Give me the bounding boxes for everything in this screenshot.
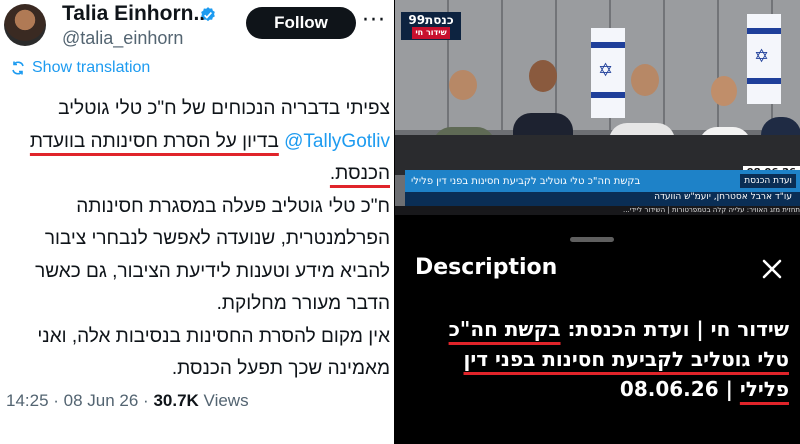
- israel-flag-icon: ✡: [591, 28, 625, 118]
- description-run: שידור חי | ועדת הכנסת:: [560, 317, 789, 341]
- video-frame[interactable]: ✡ ✡ כנסת99 שידור חי 08.06.26 בקשת חה"כ ט…: [395, 0, 800, 215]
- description-date: 08.06.26: [619, 377, 719, 401]
- follow-button[interactable]: Follow: [246, 7, 356, 39]
- ticker-tag: ועדת הכנסת: [740, 174, 796, 188]
- person-head: [711, 76, 737, 106]
- description-text: שידור חי | ועדת הכנסת: בקשת חה"כ טלי גוט…: [407, 314, 789, 404]
- ticker-bottom: תחזית מזג האוויר: עלייה קלה בטמפרטורות |…: [395, 206, 800, 215]
- news-ticker: בקשת חה"כ טלי גוטליב לקביעת חסינות בפני …: [405, 170, 800, 192]
- israel-flag-icon: ✡: [747, 14, 781, 104]
- ticker-subtitle: עו"ד ארבל אסטרחן, יועמ"ש הוועדה: [405, 192, 800, 206]
- avatar[interactable]: [4, 4, 46, 46]
- description-line-1: שידור חי | ועדת הכנסת: בקשת חה"כ: [407, 314, 789, 344]
- tweet-paragraph-1: צפיתי בדבריה הנכוחים של ח"כ טלי גוטליב @…: [8, 93, 390, 191]
- highlighted-text: פלילי: [739, 377, 789, 401]
- close-icon[interactable]: [761, 258, 783, 280]
- ticker-main: בקשת חה"כ טלי גוטליב לקביעת חסינות בפני …: [411, 175, 641, 187]
- show-translation-link[interactable]: Show translation: [10, 59, 150, 77]
- description-line-3: פלילי | 08.06.26: [407, 374, 789, 404]
- more-options-icon[interactable]: ···: [362, 8, 386, 33]
- translate-icon: [12, 61, 24, 75]
- tweet-text-run: צפיתי בדבריה הנכוחים של ח"כ טלי גוטליב: [58, 98, 390, 119]
- live-badge: שידור חי: [412, 26, 450, 39]
- tweet-paragraph-3: אין מקום להסרת החסינות בנסיבות אלה, ואני…: [37, 325, 390, 380]
- person-head: [449, 70, 477, 100]
- tweet-panel: Talia Einhorn... @talia_einhorn Follow ·…: [0, 0, 394, 444]
- description-title: Description: [415, 255, 558, 280]
- description-line-2: טלי גוטליב לקביעת חסינות בפני דין: [407, 344, 789, 374]
- highlighted-text: טלי גוטליב לקביעת חסינות בפני דין: [463, 347, 789, 371]
- mention-link[interactable]: @TallyGotliv: [284, 131, 390, 152]
- author-name[interactable]: Talia Einhorn...: [62, 2, 211, 26]
- author-handle[interactable]: @talia_einhorn: [62, 28, 183, 49]
- description-run: |: [718, 377, 740, 401]
- tweet-timestamp[interactable]: 14:25 · 08 Jun 26 ·: [6, 391, 153, 410]
- tweet-paragraph-2: ח"כ טלי גוטליב פעלה במסגרת חסינותה הפרלמ…: [35, 195, 390, 315]
- tweet-meta: 14:25 · 08 Jun 26 · 30.7K Views: [6, 391, 249, 411]
- show-translation-label: Show translation: [32, 59, 151, 76]
- channel-name: כנסת99: [408, 12, 454, 27]
- video-panel: ✡ ✡ כנסת99 שידור חי 08.06.26 בקשת חה"כ ט…: [395, 0, 800, 444]
- person-head: [529, 60, 557, 92]
- views-count: 30.7K: [153, 391, 199, 410]
- tweet-text: צפיתי בדבריה הנכוחים של ח"כ טלי גוטליב @…: [8, 93, 390, 386]
- highlighted-text: בקשת חה"כ: [448, 317, 561, 341]
- channel-logo: כנסת99 שידור חי: [401, 12, 461, 40]
- views-label: Views: [198, 391, 249, 410]
- person-head: [631, 64, 659, 96]
- verified-badge-icon: [201, 7, 215, 22]
- sheet-drag-handle[interactable]: [570, 237, 614, 242]
- committee-desk: [395, 135, 800, 175]
